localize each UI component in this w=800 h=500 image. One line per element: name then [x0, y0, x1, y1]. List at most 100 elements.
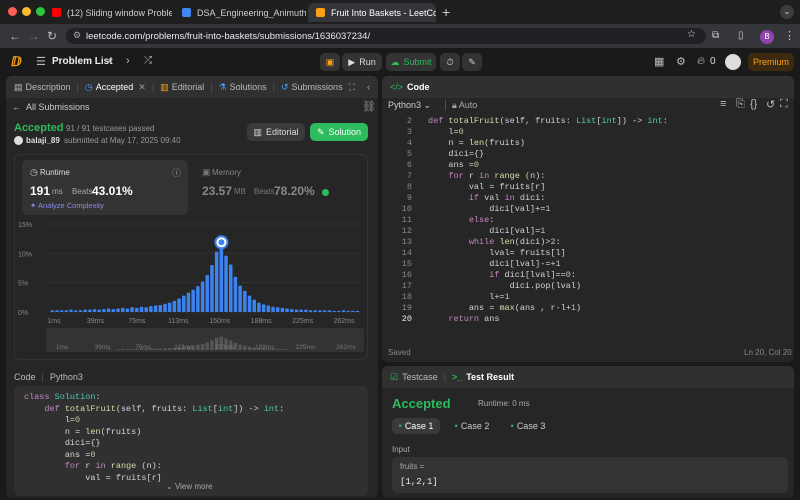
- close-window-icon[interactable]: [8, 7, 17, 16]
- prev-problem-icon[interactable]: ‹: [108, 55, 112, 67]
- histogram-bar: [182, 295, 186, 312]
- tab-accepted[interactable]: ◷ Accepted ✕: [85, 82, 146, 93]
- browser-tab-leetcode[interactable]: Fruit Into Baskets - LeetCode ✕: [308, 3, 436, 22]
- code-line: dici[lval]-=+1: [489, 259, 561, 269]
- tab-submissions[interactable]: ↺ Submissions: [281, 82, 343, 93]
- tab-testcase[interactable]: ☑ Testcase: [390, 372, 438, 383]
- leetcode-logo-icon[interactable]: ⅅ: [11, 54, 22, 70]
- case-2-tab[interactable]: • Case 2: [448, 418, 496, 434]
- histogram-bar: [69, 309, 73, 312]
- streak-count: 0: [710, 56, 716, 67]
- histogram-bar: [247, 295, 252, 312]
- histogram-bar: [116, 308, 120, 312]
- minimize-window-icon[interactable]: [22, 7, 31, 16]
- next-problem-icon[interactable]: ›: [126, 55, 130, 67]
- arrow-left-icon: ←: [12, 102, 21, 112]
- close-tab-icon[interactable]: ✕: [138, 82, 146, 93]
- settings-gear-icon[interactable]: ⚙: [676, 55, 686, 68]
- back-icon[interactable]: ←: [9, 29, 21, 43]
- histogram-bar: [228, 264, 233, 312]
- problem-list-icon[interactable]: ☰: [36, 55, 46, 68]
- code-brace-icon[interactable]: {}: [750, 98, 757, 110]
- case-1-tab[interactable]: • Case 1: [392, 418, 440, 434]
- reload-icon[interactable]: ↻: [47, 29, 57, 43]
- analyze-complexity-link[interactable]: ✦ Analyze Complexity: [30, 201, 104, 210]
- maximize-panel-icon[interactable]: ⛶: [349, 82, 355, 93]
- y-tick-label: 15%: [18, 222, 32, 229]
- x-tick-label: 113ms: [168, 318, 189, 325]
- code-line: n = len(fruits): [64, 426, 142, 437]
- new-tab-button[interactable]: +: [442, 4, 450, 20]
- browser-tab-bar: (12) Sliding window Problem ✕ DSA_Engine…: [0, 0, 800, 24]
- lock-icon: 🔒︎: [452, 100, 459, 110]
- fullscreen-icon[interactable]: ⛶: [780, 98, 788, 111]
- cloud-upload-icon: ☁: [390, 56, 400, 67]
- submit-button[interactable]: ☁ Submit: [386, 53, 436, 71]
- url-field[interactable]: ⚙ leetcode.com/problems/fruit-into-baske…: [66, 28, 706, 44]
- solution-button[interactable]: ✎ Solution: [310, 123, 368, 141]
- code-editor[interactable]: def totalFruit(self, fruits: List[int]) …: [428, 116, 788, 325]
- premium-button[interactable]: Premium: [748, 53, 794, 71]
- back-to-submissions[interactable]: ← All Submissions: [12, 102, 90, 112]
- sidebar-toggle-icon[interactable]: ▯: [738, 30, 744, 41]
- problem-list-link[interactable]: Problem List: [52, 56, 113, 67]
- runtime-card[interactable]: ◷ Runtime ⓘ 191 ms Beats 43.01% ✦ Analyz…: [22, 160, 188, 215]
- collapse-panel-icon[interactable]: ‹: [367, 82, 370, 92]
- submitted-time: submitted at May 17, 2025 09:40: [64, 136, 181, 145]
- editorial-button[interactable]: ▥ Editorial: [247, 123, 305, 141]
- navigator-bar: [167, 348, 172, 350]
- streak-fire-icon[interactable]: 🔥︎: [697, 55, 705, 68]
- layout-icon[interactable]: ▦: [654, 55, 664, 68]
- site-settings-icon[interactable]: ⚙: [73, 30, 81, 41]
- histogram-bar: [294, 309, 299, 312]
- debug-button[interactable]: ▣: [320, 53, 340, 71]
- youtube-icon: [52, 8, 61, 17]
- profile-menu-icon[interactable]: ⌄: [780, 5, 794, 19]
- histogram-bar: [200, 281, 205, 312]
- format-icon[interactable]: ≡: [720, 98, 726, 110]
- language-select[interactable]: Python3 ⌄: [388, 100, 431, 111]
- code-line: lval= fruits[l]: [489, 248, 566, 258]
- forward-icon[interactable]: →: [28, 29, 40, 43]
- run-button[interactable]: ▶ Run: [342, 53, 382, 71]
- tab-title: (12) Sliding window Problem: [67, 7, 172, 18]
- navigator-bar: [238, 344, 242, 350]
- browser-menu-icon[interactable]: ⋮: [784, 29, 795, 42]
- navigator-bar: [130, 349, 134, 350]
- memory-card[interactable]: ▣ Memory 23.57 MB Beats 78.20%: [196, 160, 364, 215]
- submitter-name[interactable]: balaji_89: [26, 136, 60, 145]
- browser-tab-youtube[interactable]: (12) Sliding window Problem ✕: [44, 3, 172, 22]
- info-icon[interactable]: ⓘ: [172, 166, 181, 179]
- extensions-icon[interactable]: ⧉: [712, 30, 719, 41]
- memory-beats-value: 78.20%: [274, 184, 315, 198]
- memory-value: 23.57: [202, 184, 233, 198]
- tab-description[interactable]: ▤ Description: [14, 82, 71, 93]
- histogram-bar: [55, 310, 59, 312]
- profile-avatar[interactable]: B: [760, 30, 774, 44]
- tab-editorial[interactable]: ▥ Editorial: [160, 82, 204, 93]
- histogram-bar: [271, 306, 275, 312]
- bookmark-star-icon[interactable]: ☆: [687, 29, 696, 40]
- runtime-distribution-chart[interactable]: 15% 10% 5% 0% 1ms 39ms 75ms 113ms 150ms 188ms 225m…: [14, 216, 368, 360]
- input-box: fruits = [1,2,1]: [392, 457, 788, 493]
- auto-complete-toggle[interactable]: 🔒︎ Auto: [452, 100, 477, 111]
- sparkle-icon: ✦: [30, 201, 38, 210]
- notes-button[interactable]: ✎: [462, 53, 482, 71]
- editorial-button-label: Editorial: [266, 127, 299, 137]
- share-link-icon[interactable]: ⛓: [362, 100, 376, 113]
- navigator-tick-label: 225ms: [296, 344, 316, 351]
- case-3-tab[interactable]: • Case 3: [504, 418, 552, 434]
- line-number: 8: [406, 182, 412, 192]
- browser-tab-drive[interactable]: DSA_Engineering_Animuthyam ✕: [174, 3, 306, 22]
- reset-icon[interactable]: ↺: [766, 98, 775, 111]
- tab-solutions[interactable]: ⚗ Solutions: [219, 82, 267, 93]
- tab-test-result[interactable]: >_ Test Result: [452, 372, 514, 382]
- line-number: 17: [401, 281, 412, 291]
- view-more-link[interactable]: ⌄ View more: [166, 482, 213, 491]
- timer-button[interactable]: ⏱: [440, 53, 460, 71]
- shuffle-icon[interactable]: ⤮: [144, 55, 152, 66]
- clock-icon: ◷: [30, 167, 38, 177]
- user-avatar[interactable]: [725, 54, 741, 70]
- bookmark-icon[interactable]: ⎘: [736, 98, 745, 111]
- histogram-bar: [210, 265, 214, 312]
